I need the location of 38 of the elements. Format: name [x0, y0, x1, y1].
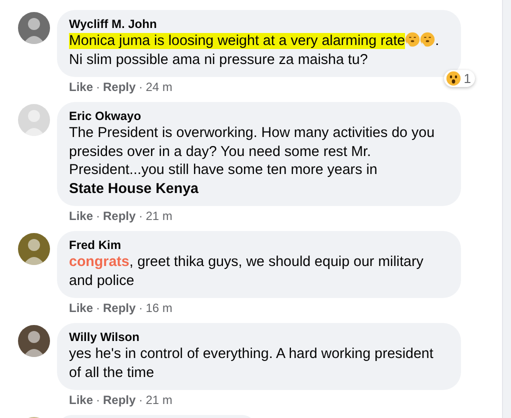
- separator-dot: ·: [138, 301, 143, 316]
- timestamp[interactable]: 21 m: [146, 393, 172, 408]
- separator-dot: ·: [138, 209, 143, 224]
- avatar[interactable]: [18, 12, 50, 44]
- timestamp[interactable]: 24 m: [146, 80, 172, 95]
- reply-link[interactable]: Reply: [103, 301, 136, 316]
- like-link[interactable]: Like: [69, 393, 94, 408]
- sick-face-icon: [405, 32, 420, 47]
- author-name[interactable]: Willy Wilson: [69, 329, 449, 345]
- mention-link[interactable]: State House Kenya: [69, 180, 199, 196]
- comment-text: congrats, greet thika guys, we should equip our military and police: [69, 253, 424, 290]
- author-name[interactable]: Fred Kim: [69, 237, 449, 253]
- comment-text: The President is overworking. How many activities do you presides over in a day? You need some rest Mr. President...you still have some ten more years in State House Kenya: [69, 124, 436, 198]
- like-link[interactable]: Like: [69, 80, 94, 95]
- reply-link[interactable]: Reply: [103, 393, 136, 408]
- sick-face-icon: [420, 32, 436, 47]
- separator-dot: ·: [96, 301, 100, 316]
- separator-dot: ·: [138, 80, 143, 95]
- avatar[interactable]: [18, 325, 50, 357]
- separator-dot: ·: [96, 393, 100, 408]
- surprised-face-icon: [446, 71, 461, 86]
- reaction-count: 1: [464, 71, 471, 86]
- author-name[interactable]: Wycliff M. John: [69, 16, 449, 32]
- like-link[interactable]: Like: [69, 301, 94, 316]
- reply-link[interactable]: Reply: [103, 80, 136, 95]
- comment-text: Monica juma is loosing weight at a very alarming rate . Ni slim possible ama ni pressure za maisha tu?: [69, 32, 440, 69]
- separator-dot: ·: [96, 80, 100, 95]
- like-link[interactable]: Like: [69, 209, 94, 224]
- comment-text: yes he's in control of everything. A hard working president of all the time: [69, 345, 434, 382]
- scrollbar[interactable]: [502, 0, 511, 418]
- avatar[interactable]: [18, 233, 50, 265]
- author-name[interactable]: Eric Okwayo: [69, 108, 449, 124]
- timestamp[interactable]: 16 m: [146, 301, 172, 316]
- separator-dot: ·: [96, 209, 100, 224]
- timestamp[interactable]: 21 m: [146, 209, 172, 224]
- reaction-badge[interactable]: 1: [444, 70, 475, 87]
- reply-link[interactable]: Reply: [103, 209, 136, 224]
- separator-dot: ·: [138, 393, 143, 408]
